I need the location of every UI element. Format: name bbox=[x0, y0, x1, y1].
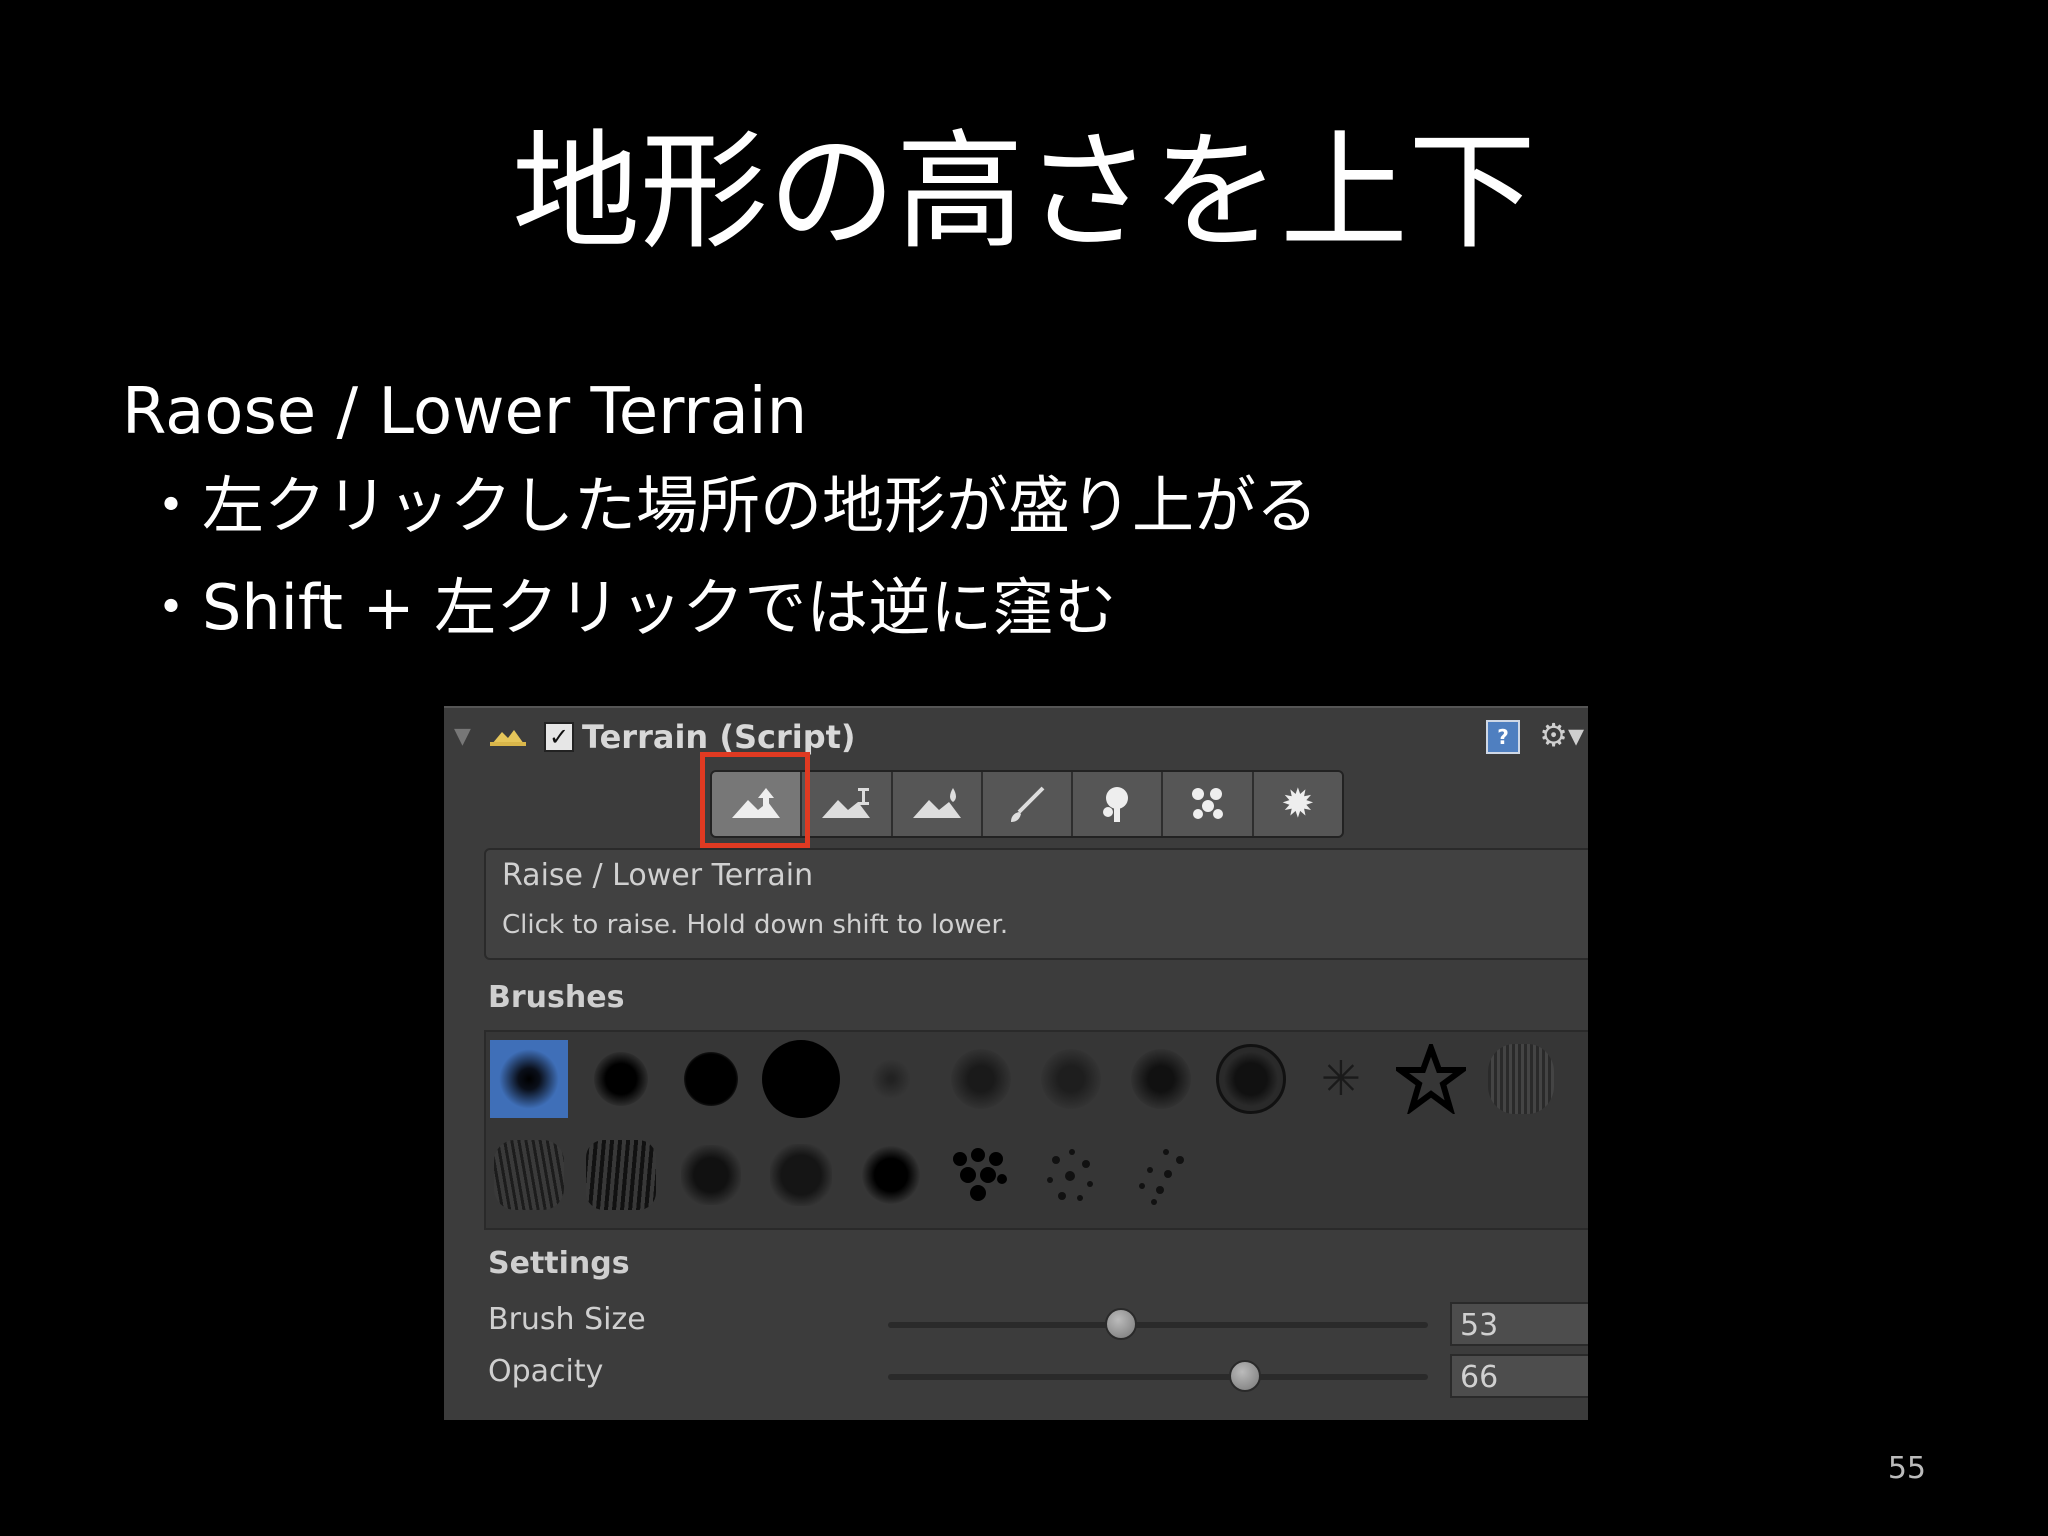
page-number: 55 bbox=[1887, 1451, 1926, 1486]
brush-size-field[interactable]: 53 bbox=[1450, 1302, 1588, 1346]
opacity-slider-thumb[interactable] bbox=[1229, 1360, 1262, 1392]
brush-round-soft[interactable] bbox=[582, 1040, 660, 1118]
brush-size-label: Brush Size bbox=[488, 1302, 646, 1337]
star-icon bbox=[1396, 1044, 1466, 1114]
help-icon[interactable]: ? bbox=[1486, 720, 1520, 754]
brush-star[interactable] bbox=[1392, 1040, 1470, 1118]
tool-description-title: Raise / Lower Terrain bbox=[502, 858, 814, 893]
tree-icon bbox=[1103, 787, 1129, 822]
mountain-height-icon bbox=[822, 788, 871, 818]
component-enabled-checkbox[interactable]: ✓ bbox=[544, 722, 574, 752]
opacity-field[interactable]: 66 bbox=[1450, 1354, 1588, 1398]
gear-icon: ✹ bbox=[1281, 781, 1315, 827]
brush-icon bbox=[1010, 786, 1045, 822]
brush-noise-4[interactable] bbox=[1122, 1040, 1200, 1118]
brush-noise-2[interactable] bbox=[942, 1040, 1020, 1118]
terrain-inspector-panel: ▼ ✓ Terrain (Script) ? ⚙▾ ✹ Raise / Lowe… bbox=[444, 706, 1588, 1420]
brush-round-hard[interactable] bbox=[762, 1040, 840, 1118]
component-header: ▼ ✓ Terrain (Script) ? ⚙▾ bbox=[444, 708, 1588, 762]
paint-details-tool[interactable] bbox=[1163, 772, 1254, 836]
selected-tool-highlight bbox=[700, 752, 810, 848]
brush-texture-2[interactable] bbox=[582, 1136, 660, 1214]
bullet-1: ・左クリックした場所の地形が盛り上がる bbox=[140, 469, 1319, 542]
brush-texture-4[interactable] bbox=[762, 1136, 840, 1214]
brushes-section-label: Brushes bbox=[488, 980, 625, 1015]
brush-scatter-2[interactable] bbox=[1122, 1136, 1200, 1214]
opacity-slider-track[interactable] bbox=[888, 1374, 1428, 1380]
brush-starburst[interactable]: ✳ bbox=[1302, 1040, 1380, 1118]
brush-flower[interactable] bbox=[1212, 1040, 1290, 1118]
brush-splatter-1[interactable] bbox=[852, 1136, 930, 1214]
flowers-icon bbox=[1191, 788, 1223, 819]
brush-scatter-1[interactable] bbox=[1032, 1136, 1110, 1214]
component-title: Terrain (Script) bbox=[582, 718, 856, 756]
brush-noise-1[interactable] bbox=[852, 1040, 930, 1118]
gear-icon[interactable]: ⚙▾ bbox=[1539, 716, 1584, 754]
brush-size-slider-thumb[interactable] bbox=[1105, 1308, 1138, 1340]
brush-soft-round-selected[interactable] bbox=[490, 1040, 568, 1118]
brush-noise-3[interactable] bbox=[1032, 1040, 1110, 1118]
bullet-2: ・Shift + 左クリックでは逆に窪む bbox=[140, 571, 1117, 644]
brush-texture-1[interactable] bbox=[490, 1136, 568, 1214]
foldout-arrow-icon[interactable]: ▼ bbox=[454, 724, 471, 749]
brush-dots[interactable] bbox=[942, 1136, 1020, 1214]
smooth-height-tool[interactable] bbox=[892, 772, 983, 836]
settings-section-label: Settings bbox=[488, 1246, 630, 1281]
paint-texture-tool[interactable] bbox=[982, 772, 1074, 836]
mountain-drop-icon bbox=[912, 788, 961, 818]
terrain-component-icon bbox=[490, 730, 526, 746]
slide-subtitle: Raose / Lower Terrain bbox=[122, 375, 808, 449]
brush-round-medium[interactable] bbox=[672, 1040, 750, 1118]
brushes-grid: ✳ bbox=[484, 1030, 1588, 1230]
tool-description-box: Raise / Lower Terrain Click to raise. Ho… bbox=[484, 848, 1588, 960]
brush-texture-3[interactable] bbox=[672, 1136, 750, 1214]
tool-description-text: Click to raise. Hold down shift to lower… bbox=[502, 910, 1009, 940]
slide-title: 地形の高さを上下 bbox=[511, 118, 1536, 267]
brush-size-slider-track[interactable] bbox=[888, 1322, 1428, 1328]
place-trees-tool[interactable] bbox=[1073, 772, 1164, 836]
opacity-label: Opacity bbox=[488, 1354, 604, 1389]
paint-height-tool[interactable] bbox=[802, 772, 893, 836]
terrain-settings-tool[interactable]: ✹ bbox=[1253, 772, 1342, 836]
brush-grass[interactable] bbox=[1482, 1040, 1560, 1118]
